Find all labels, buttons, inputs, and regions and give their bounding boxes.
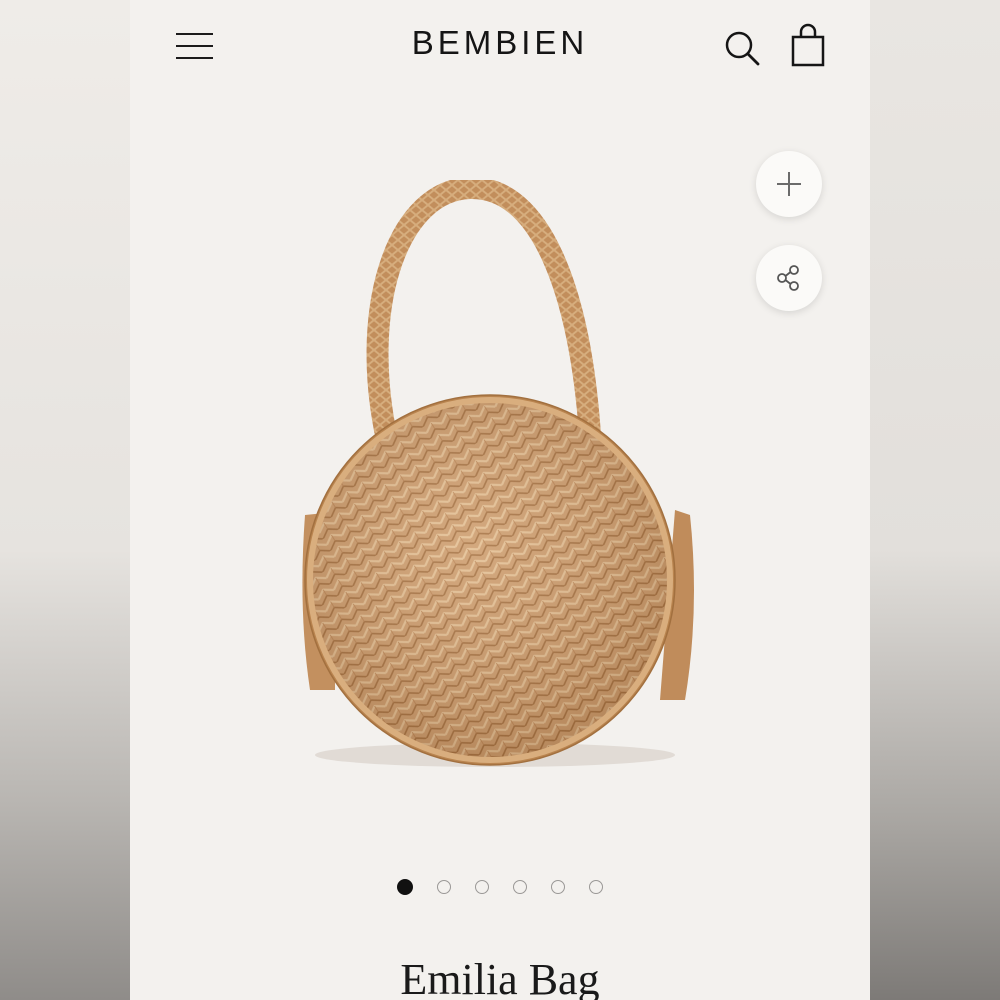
gallery-pagination	[130, 879, 870, 902]
search-button[interactable]	[722, 28, 762, 68]
cart-button[interactable]	[788, 22, 828, 68]
share-icon	[777, 265, 799, 291]
zoom-button[interactable]	[756, 151, 822, 217]
search-icon	[725, 31, 760, 66]
product-gallery[interactable]	[130, 95, 870, 865]
pagination-dot-2[interactable]	[437, 880, 451, 894]
pagination-dot-3[interactable]	[475, 880, 489, 894]
share-button[interactable]	[756, 245, 822, 311]
pagination-dot-1[interactable]	[397, 879, 413, 895]
left-backdrop	[0, 0, 130, 1000]
site-header: BEMBIEN	[130, 0, 870, 95]
pagination-dot-4[interactable]	[513, 880, 527, 894]
right-backdrop	[870, 0, 1000, 1000]
phone-screen: BEMBIEN Emilia Bag	[130, 0, 870, 1000]
shopping-bag-icon	[791, 23, 825, 67]
pagination-dot-5[interactable]	[551, 880, 565, 894]
plus-icon	[777, 172, 801, 196]
pagination-dot-6[interactable]	[589, 880, 603, 894]
product-image	[302, 180, 694, 767]
product-title: Emilia Bag	[400, 955, 600, 1000]
